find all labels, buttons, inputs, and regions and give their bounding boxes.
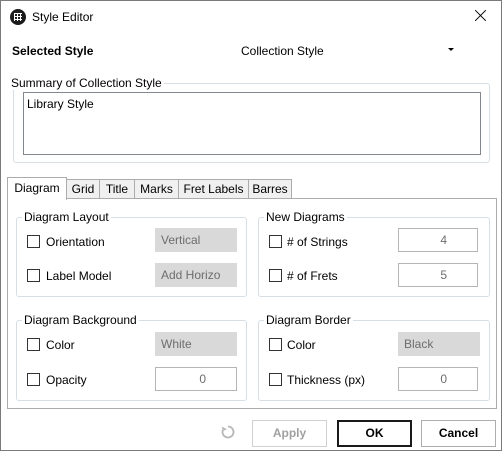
window-title: Style Editor — [32, 10, 94, 24]
strings-label: # of Strings — [287, 235, 348, 249]
label-model-label: Label Model — [46, 269, 112, 283]
border-color-label: Color — [287, 338, 316, 352]
background-color-label: Color — [46, 338, 75, 352]
label-model-field: Add Horizo — [155, 263, 237, 287]
border-color-field: Black — [398, 332, 480, 356]
title-bar: Style Editor — [1, 1, 501, 32]
summary-textbox[interactable]: Library Style — [23, 92, 481, 155]
diagram-tab-panel: Diagram Layout Orientation Vertical Labe… — [7, 198, 497, 409]
opacity-input[interactable]: 0 — [155, 367, 237, 391]
cancel-button[interactable]: Cancel — [421, 420, 496, 447]
summary-legend: Summary of Collection Style — [9, 76, 164, 90]
chord-grid-icon — [10, 9, 26, 25]
background-color-checkbox[interactable] — [27, 338, 40, 351]
frets-label: # of Frets — [287, 269, 338, 283]
selected-style-value: Collection Style — [241, 44, 324, 58]
tab-fret-labels[interactable]: Fret Labels — [178, 179, 249, 199]
thickness-checkbox[interactable] — [269, 373, 282, 386]
ok-button[interactable]: OK — [337, 420, 412, 447]
orientation-checkbox[interactable] — [27, 235, 40, 248]
tab-barres[interactable]: Barres — [248, 179, 292, 199]
thickness-input[interactable]: 0 — [398, 367, 478, 391]
opacity-label: Opacity — [46, 373, 87, 387]
apply-button[interactable]: Apply — [252, 420, 327, 447]
chevron-down-icon — [448, 48, 454, 51]
tab-title[interactable]: Title — [99, 179, 135, 199]
tab-grid[interactable]: Grid — [66, 179, 100, 199]
selected-style-label: Selected Style — [12, 44, 94, 58]
new-diagrams-legend: New Diagrams — [264, 210, 347, 224]
strings-checkbox[interactable] — [269, 235, 282, 248]
strings-input[interactable]: 4 — [398, 228, 478, 252]
frets-checkbox[interactable] — [269, 269, 282, 282]
frets-input[interactable]: 5 — [398, 263, 478, 287]
close-icon[interactable] — [471, 6, 491, 26]
diagram-border-legend: Diagram Border — [264, 313, 353, 327]
background-color-field: White — [155, 332, 237, 356]
orientation-field: Vertical — [155, 228, 237, 252]
border-color-checkbox[interactable] — [269, 338, 282, 351]
style-editor-window: Style Editor Selected Style Collection S… — [0, 0, 502, 451]
summary-text: Library Style — [27, 97, 94, 111]
diagram-layout-legend: Diagram Layout — [22, 210, 111, 224]
tab-diagram[interactable]: Diagram — [7, 177, 67, 200]
thickness-label: Thickness (px) — [287, 373, 366, 387]
tab-marks[interactable]: Marks — [134, 179, 179, 199]
diagram-background-legend: Diagram Background — [22, 313, 139, 327]
reset-icon[interactable] — [220, 424, 236, 440]
selected-style-dropdown[interactable]: Collection Style — [233, 39, 463, 63]
label-model-checkbox[interactable] — [27, 269, 40, 282]
opacity-checkbox[interactable] — [27, 373, 40, 386]
orientation-label: Orientation — [46, 235, 105, 249]
